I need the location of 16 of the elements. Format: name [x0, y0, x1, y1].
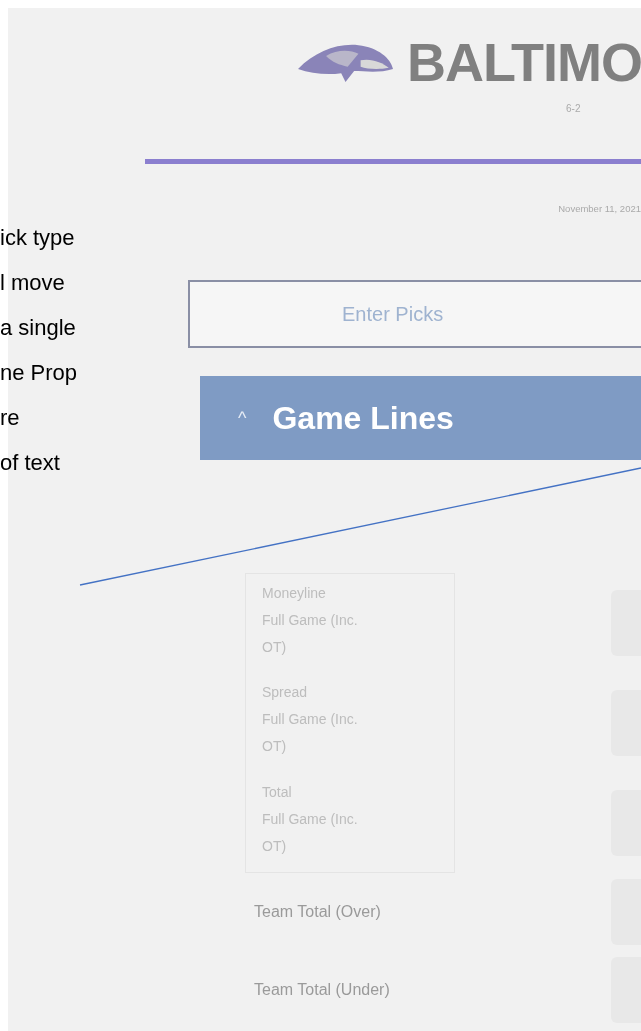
annotation-text: l move [0, 269, 66, 297]
enter-picks-button[interactable]: Enter Picks [188, 280, 641, 348]
annotation-text: ne Prop [0, 359, 78, 387]
section-title: Game Lines [272, 399, 454, 438]
pick-label: Team Total (Under) [254, 980, 390, 1000]
annotation-text: re [0, 404, 21, 432]
pick-label: Team Total (Over) [254, 902, 381, 922]
section-header[interactable]: ^ Game Lines [200, 376, 641, 460]
team-name: BALTIMO [407, 31, 641, 94]
team-record: 6-2 [566, 102, 581, 116]
annotation-text: of text [0, 449, 61, 477]
caret-icon[interactable]: ^ [238, 404, 247, 432]
annotation-text: a single [0, 314, 77, 342]
game-date: November 11, 2021 [557, 202, 641, 216]
bird-head-icon [298, 42, 393, 83]
annotation-text: ick type [0, 224, 76, 252]
